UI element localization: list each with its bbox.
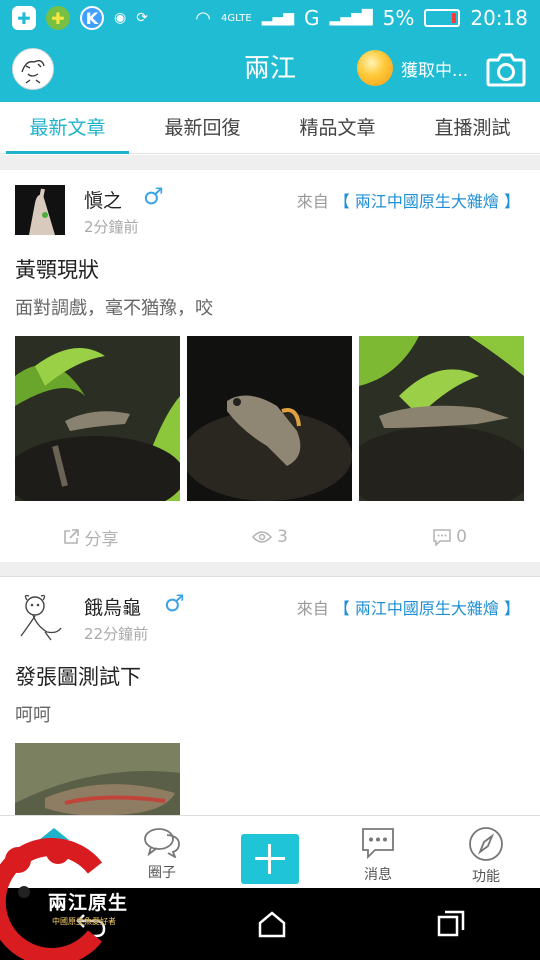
nav-home[interactable] [0, 816, 108, 888]
sun-icon [357, 50, 393, 86]
status-bar: ✚ ✚ K ◉ ⟳ ◠ 4GLTE ▂▄▆ G ▂▄▆█ 5% 20:18 [0, 0, 540, 36]
post-card[interactable]: 愼之 ♂ 2分鐘前 來自 【 兩江中國原生大雜燴 】 黃顎現狀 面對調戲，毫不猶… [0, 170, 540, 577]
post-photos [15, 336, 524, 501]
post-photo[interactable] [187, 336, 352, 501]
post-feed[interactable]: 愼之 ♂ 2分鐘前 來自 【 兩江中國原生大雜燴 】 黃顎現狀 面對調戲，毫不猶… [0, 155, 540, 815]
tab-featured-articles[interactable]: 精品文章 [270, 102, 405, 153]
nav-messages[interactable]: 消息 [324, 816, 432, 888]
post-author-avatar[interactable] [15, 592, 65, 642]
sync-icon: ⟳ [136, 10, 148, 26]
post-board-link[interactable]: 【 兩江中國原生大雜燴 】 [334, 192, 520, 211]
compass-icon [469, 827, 503, 861]
post-source-label: 來自 [296, 192, 329, 211]
post-card[interactable]: 餓烏龜 ♂ 22分鐘前 來自 【 兩江中國原生大雜燴 】 發張圖測試下 呵呵 [0, 577, 540, 815]
post-snippet: 呵呵 [15, 705, 51, 726]
tab-bar: 最新文章 最新回復 精品文章 直播測試 [0, 102, 540, 154]
post-author-avatar[interactable] [15, 185, 65, 235]
notification-k-icon: K [80, 6, 104, 30]
clock: 20:18 [470, 6, 528, 30]
nav-features-label: 功能 [472, 869, 500, 885]
weather-status: 獲取中... [401, 60, 469, 81]
network-type: 4GLTE [221, 12, 252, 24]
signal-2-icon: ▂▄▆█ [329, 10, 373, 26]
battery-icon [424, 9, 461, 27]
nav-compose[interactable] [216, 816, 324, 888]
view-count: 3 [180, 527, 360, 547]
camera-icon[interactable] [486, 51, 526, 87]
post-time: 2分鐘前 [84, 218, 139, 236]
post-photo[interactable] [359, 336, 524, 501]
avatar-photo-icon [15, 185, 65, 235]
battery-percent: 5% [382, 6, 415, 30]
male-icon: ♂ [164, 591, 185, 617]
avatar-sketch-icon [15, 592, 65, 642]
notification-plus-icon: ✚ [12, 6, 36, 30]
tab-live-test[interactable]: 直播測試 [405, 102, 540, 153]
share-icon [63, 529, 79, 544]
comment-button[interactable]: 0 [360, 527, 540, 547]
signal-icon: ▂▄▆ [261, 10, 295, 26]
post-board-link[interactable]: 【 兩江中國原生大雜燴 】 [334, 599, 520, 618]
gps-icon: ◉ [114, 10, 127, 26]
post-snippet: 面對調戲，毫不猶豫，咬 [15, 298, 213, 319]
post-title[interactable]: 黃顎現狀 [15, 254, 99, 284]
tab-latest-replies[interactable]: 最新回復 [135, 102, 270, 153]
nav-circle[interactable]: 圈子 [108, 816, 216, 888]
post-source: 來自 【 兩江中國原生大雜燴 】 [297, 595, 520, 619]
comment-count-value: 0 [456, 527, 467, 547]
male-icon: ♂ [143, 184, 164, 210]
notification-app-icon: ✚ [46, 6, 70, 30]
nav-features[interactable]: 功能 [432, 816, 540, 888]
system-nav-bar [0, 888, 540, 960]
nav-circle-label: 圈子 [148, 865, 176, 881]
eye-icon [252, 531, 273, 543]
post-title[interactable]: 發張圖測試下 [15, 661, 141, 691]
weather-widget[interactable]: 獲取中... [357, 50, 468, 86]
post-source-label: 來自 [296, 599, 329, 618]
post-source: 來自 【 兩江中國原生大雜燴 】 [297, 188, 520, 212]
back-icon[interactable] [74, 909, 108, 939]
post-photo[interactable] [15, 336, 180, 501]
wifi-icon: ◠ [195, 7, 211, 29]
chat-bubbles-icon [144, 828, 180, 858]
home-icon [39, 828, 69, 854]
share-button[interactable]: 分享 [0, 525, 180, 550]
plus-icon [241, 834, 299, 884]
post-photo[interactable] [15, 743, 180, 815]
post-actions: 分享 3 0 [0, 512, 540, 562]
post-time: 22分鐘前 [84, 625, 149, 643]
view-count-value: 3 [277, 527, 288, 547]
home-button-icon[interactable] [257, 910, 287, 938]
message-icon [362, 828, 394, 860]
recent-apps-icon[interactable] [436, 909, 466, 939]
carrier-g: G [304, 6, 320, 30]
bottom-nav: 圈子 消息 功能 [0, 815, 540, 888]
share-label: 分享 [84, 529, 119, 550]
post-author-name[interactable]: 餓烏龜 [84, 593, 141, 620]
post-photos [15, 743, 180, 815]
post-author-name[interactable]: 愼之 [84, 186, 122, 213]
nav-messages-label: 消息 [364, 867, 392, 883]
app-header: 兩江 獲取中... [0, 36, 540, 102]
comment-icon [433, 528, 451, 546]
tab-latest-articles[interactable]: 最新文章 [0, 102, 135, 154]
